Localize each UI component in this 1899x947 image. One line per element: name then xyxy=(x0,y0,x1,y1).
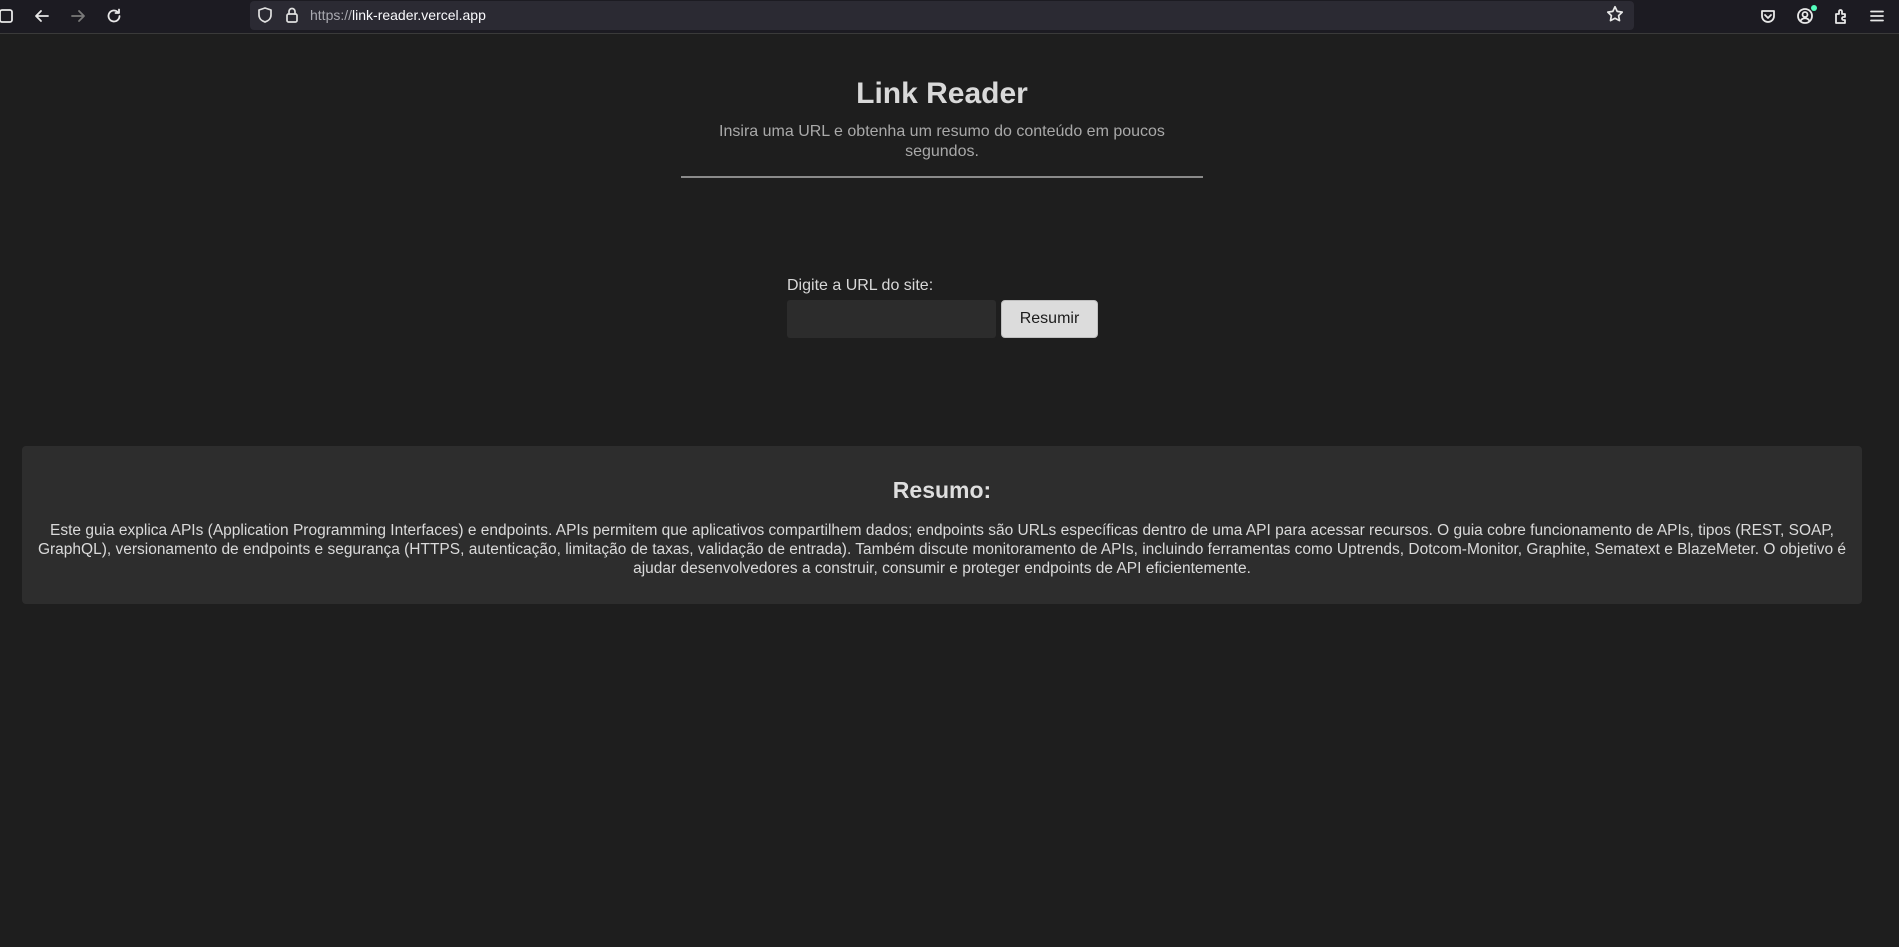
sidebar-icon[interactable] xyxy=(0,3,20,29)
back-arrow-icon[interactable] xyxy=(28,3,56,29)
browser-toolbar: https://link-reader.vercel.app xyxy=(0,0,1899,34)
summary-heading: Resumo: xyxy=(892,477,992,503)
lock-icon[interactable] xyxy=(283,6,301,24)
page-title: Link Reader xyxy=(856,77,1028,110)
account-icon[interactable] xyxy=(1791,3,1819,29)
url-host: link-reader.vercel.app xyxy=(352,7,486,23)
page-header: Link Reader Insira uma URL e obtenha um … xyxy=(681,74,1203,178)
url-input[interactable] xyxy=(787,300,996,338)
extensions-icon[interactable] xyxy=(1827,3,1855,29)
shield-icon[interactable] xyxy=(256,6,274,24)
summary-text: Este guia explica APIs (Application Prog… xyxy=(37,522,1847,577)
notification-dot xyxy=(1811,5,1817,11)
url-text[interactable]: https://link-reader.vercel.app xyxy=(310,7,486,23)
forward-arrow-icon[interactable] xyxy=(64,3,92,29)
summary-card: Resumo: Este guia explica APIs (Applicat… xyxy=(22,446,1862,604)
address-bar[interactable]: https://link-reader.vercel.app xyxy=(250,1,1634,30)
star-icon[interactable] xyxy=(1606,5,1626,25)
page-subtitle: Insira uma URL e obtenha um resumo do co… xyxy=(719,123,1165,160)
hamburger-menu-icon[interactable] xyxy=(1863,3,1891,29)
pocket-icon[interactable] xyxy=(1754,3,1782,29)
form-row: Resumir xyxy=(787,300,1098,338)
url-label: Digite a URL do site: xyxy=(787,277,934,294)
summarize-button[interactable]: Resumir xyxy=(1001,300,1098,338)
url-protocol: https:// xyxy=(310,7,353,23)
url-form: Digite a URL do site: Resumir xyxy=(787,276,1098,338)
reload-icon[interactable] xyxy=(100,3,128,29)
